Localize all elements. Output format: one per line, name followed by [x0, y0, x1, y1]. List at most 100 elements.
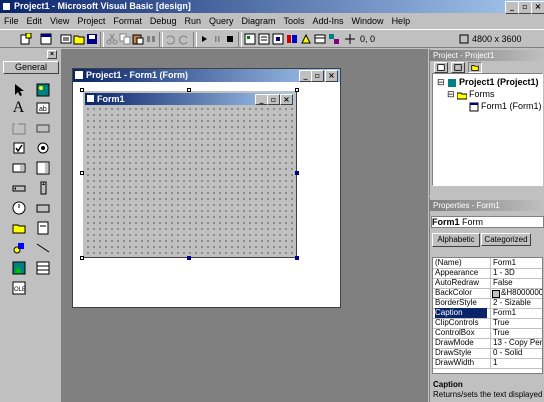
shape-tool-icon[interactable] [10, 239, 27, 256]
object-selector[interactable]: Form1 Form [431, 216, 544, 228]
view-object-icon[interactable] [451, 62, 465, 73]
menu-addins[interactable]: Add-Ins [309, 14, 348, 28]
checkbox-tool-icon[interactable] [10, 139, 27, 156]
tree-item-forms[interactable]: Forms [469, 89, 495, 100]
form1-design-surface[interactable]: Form1 _ ▫ × [82, 90, 297, 258]
textbox-tool-icon[interactable]: ab [34, 99, 51, 116]
picturebox-tool-icon[interactable] [34, 81, 51, 98]
paste-icon[interactable] [132, 33, 144, 45]
tab-alphabetic[interactable]: Alphabetic [432, 233, 480, 247]
resize-handle-se[interactable] [295, 256, 299, 260]
tree-expander-icon[interactable]: ⊟ [437, 77, 445, 88]
toolbox-tab-general[interactable]: General [3, 61, 59, 74]
filelistbox-tool-icon[interactable] [34, 219, 51, 236]
maximize-button[interactable]: ▫ [518, 1, 532, 14]
combobox-tool-icon[interactable] [10, 159, 27, 176]
project-explorer-title: Project - Project1 [430, 50, 544, 61]
standard-toolbar: 0, 0 4800 x 3600 [0, 29, 544, 48]
menu-tools[interactable]: Tools [280, 14, 309, 28]
tree-item-form1[interactable]: Form1 (Form1) [481, 101, 542, 112]
form1-title: Form1 [97, 94, 125, 104]
resize-handle-s[interactable] [187, 256, 191, 260]
commandbutton-tool-icon[interactable] [34, 119, 51, 136]
tree-item-project[interactable]: Project1 (Project1) [459, 77, 539, 88]
menu-file[interactable]: File [0, 14, 23, 28]
toolbox: × General A ab OLE [0, 49, 62, 402]
break-icon[interactable] [211, 33, 223, 45]
menu-debug[interactable]: Debug [146, 14, 181, 28]
drivelistbox-tool-icon[interactable] [34, 199, 51, 216]
form1-grid[interactable] [85, 106, 294, 255]
project-tree: ⊟ Project1 (Project1) ⊟ Forms Form1 (For… [432, 73, 543, 186]
data-tool-icon[interactable] [34, 259, 51, 276]
menu-diagram[interactable]: Diagram [237, 14, 279, 28]
title-bar: Project1 - Microsoft Visual Basic [desig… [0, 0, 544, 13]
menu-editor-icon[interactable] [60, 33, 72, 45]
tab-categorized[interactable]: Categorized [481, 233, 531, 246]
menu-help[interactable]: Help [388, 14, 415, 28]
cut-icon[interactable] [106, 33, 118, 45]
component-manager-icon[interactable] [328, 33, 340, 45]
folder-icon [457, 92, 467, 100]
property-description: Caption Returns/sets the text displayed … [433, 380, 543, 402]
tree-expander-icon[interactable]: ⊟ [447, 89, 455, 100]
close-button[interactable]: × [531, 1, 544, 14]
dirlistbox-tool-icon[interactable] [10, 219, 27, 236]
optionbutton-tool-icon[interactable] [34, 139, 51, 156]
resize-handle-w [80, 171, 84, 175]
form-icon [469, 102, 479, 112]
redo-icon[interactable] [178, 33, 190, 45]
designer-maximize-button[interactable]: ▫ [311, 70, 324, 82]
menu-view[interactable]: View [46, 14, 73, 28]
label-tool-icon[interactable]: A [10, 99, 27, 116]
start-icon[interactable] [198, 33, 210, 45]
pointer-tool-icon[interactable] [10, 81, 27, 98]
object-browser-icon[interactable] [286, 33, 298, 45]
timer-tool-icon[interactable] [10, 199, 27, 216]
menu-run[interactable]: Run [180, 14, 205, 28]
menu-window[interactable]: Window [348, 14, 388, 28]
menu-query[interactable]: Query [205, 14, 238, 28]
vscrollbar-tool-icon[interactable] [34, 179, 51, 196]
open-folder-icon[interactable] [73, 33, 85, 45]
properties-window-icon[interactable] [258, 33, 270, 45]
line-tool-icon[interactable] [34, 239, 51, 256]
ole-tool-icon[interactable]: OLE [10, 279, 27, 296]
copy-icon[interactable] [119, 33, 131, 45]
hscrollbar-tool-icon[interactable] [10, 179, 27, 196]
resize-handle-ne [295, 88, 299, 92]
menu-format[interactable]: Format [109, 14, 146, 28]
find-icon[interactable] [145, 33, 157, 45]
properties-title: Properties - Form1 [430, 200, 544, 211]
data-view-icon[interactable] [314, 33, 326, 45]
project-explorer-icon[interactable] [244, 33, 256, 45]
save-icon[interactable] [86, 33, 98, 45]
description-text: Returns/sets the text displayed in [433, 390, 543, 399]
minimize-button[interactable]: _ [505, 1, 519, 14]
add-project-icon[interactable] [20, 33, 32, 45]
toolbox-icon[interactable] [300, 33, 312, 45]
properties-grid: (Name) Form1 Appearance 1 - 3D AutoRedraw F… [432, 257, 543, 374]
undo-icon[interactable] [164, 33, 176, 45]
object-type: Form [462, 217, 484, 227]
resize-handle-nw [80, 88, 84, 92]
vb-app-icon[interactable] [2, 2, 11, 11]
menu-edit[interactable]: Edit [23, 14, 47, 28]
end-icon[interactable] [224, 33, 236, 45]
menu-project[interactable]: Project [73, 14, 109, 28]
project-icon [448, 79, 456, 87]
designer-close-button[interactable]: × [325, 70, 338, 82]
project-explorer-toolbar [434, 62, 541, 73]
view-code-icon[interactable] [434, 62, 448, 73]
property-row[interactable]: DrawWidth 1 [433, 358, 542, 369]
toolbox-close-button[interactable]: × [47, 50, 57, 59]
frame-tool-icon[interactable] [10, 119, 27, 136]
resize-handle-e[interactable] [295, 171, 299, 175]
toggle-folders-icon[interactable] [468, 62, 482, 73]
add-form-icon[interactable] [40, 33, 52, 45]
listbox-tool-icon[interactable] [34, 159, 51, 176]
form1-icon [87, 95, 94, 102]
project-explorer: Project - Project1 ⊟ Project1 (Project1)… [429, 49, 544, 196]
image-tool-icon[interactable] [10, 259, 27, 276]
form-layout-icon[interactable] [272, 33, 284, 45]
